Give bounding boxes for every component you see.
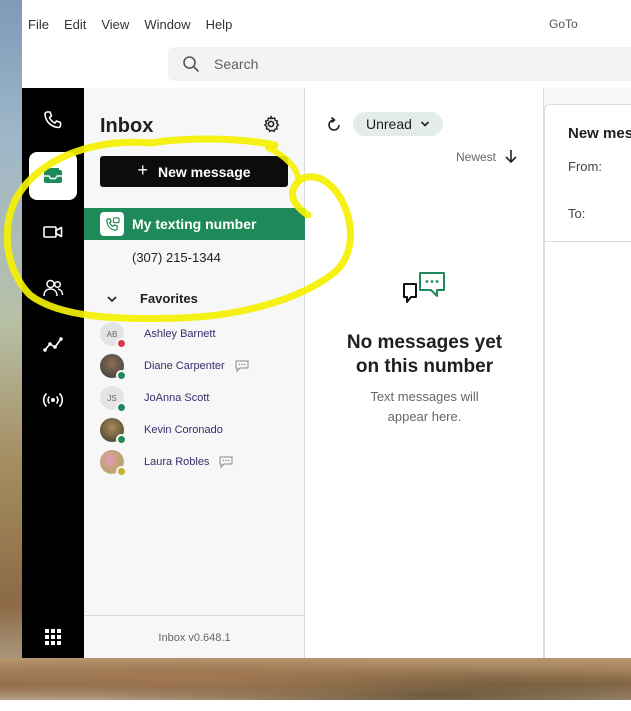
contacts-icon <box>43 279 64 297</box>
menu-help[interactable]: Help <box>206 17 233 32</box>
inbox-icon <box>44 168 62 183</box>
rail-apps[interactable] <box>29 613 77 661</box>
new-message-label: New message <box>157 163 251 180</box>
avatar: AB <box>100 322 127 349</box>
favorite-contact[interactable]: Kevin Coronado <box>100 418 235 445</box>
analytics-icon <box>43 337 63 352</box>
favorite-contact[interactable]: Laura Robles <box>100 450 233 477</box>
avatar: JS <box>100 386 127 413</box>
app-title: GoTo <box>549 17 578 31</box>
rail-contacts[interactable] <box>29 264 77 312</box>
unread-filter-dropdown[interactable]: Unread <box>353 112 443 136</box>
search-input[interactable] <box>214 56 594 72</box>
menu-view[interactable]: View <box>101 17 129 32</box>
favorites-header[interactable]: Favorites <box>106 291 198 306</box>
arrow-down-icon[interactable] <box>504 148 518 164</box>
empty-state-title: No messages yet on this number <box>346 332 503 377</box>
new-message-button[interactable]: + New message <box>100 156 288 187</box>
empty-state-subtitle: Text messages will appear here. <box>370 389 479 424</box>
video-icon <box>43 226 63 238</box>
favorite-contact[interactable]: AB Ashley Barnett <box>100 322 228 349</box>
contact-name: Ashley Barnett <box>134 326 228 342</box>
avatar <box>100 354 127 381</box>
rail-analytics[interactable] <box>29 320 77 368</box>
chat-bubble-icon <box>219 456 233 468</box>
rail-inbox[interactable] <box>29 152 77 200</box>
inbox-panel: Inbox + New message My texting number (3… <box>84 88 305 658</box>
favorites-label: Favorites <box>140 291 198 306</box>
message-list: Unread Newest No messages yet on this nu… <box>305 88 544 658</box>
inbox-title: Inbox <box>100 115 154 137</box>
apps-grid-icon <box>45 629 61 645</box>
chat-bubbles-icon <box>403 272 445 303</box>
gear-icon[interactable] <box>262 115 280 133</box>
my-texting-number-item[interactable]: My texting number <box>84 208 305 240</box>
favorite-contact[interactable]: JS JoAnna Scott <box>100 386 222 413</box>
contact-name: Kevin Coronado <box>134 422 235 438</box>
presence-away-icon <box>116 466 127 477</box>
presence-available-icon <box>116 370 127 381</box>
inbox-version: Inbox v0.648.1 <box>84 615 305 658</box>
presence-available-icon <box>116 434 127 445</box>
compose-title: New mes <box>568 125 631 142</box>
rail-broadcast[interactable] <box>29 376 77 424</box>
broadcast-icon <box>42 392 64 408</box>
sort-label[interactable]: Newest <box>456 150 496 164</box>
avatar <box>100 418 127 445</box>
phone-icon <box>44 111 62 129</box>
menu-bar: File Edit View Window Help GoTo <box>22 10 631 38</box>
menu-window[interactable]: Window <box>144 17 190 32</box>
chevron-down-icon <box>420 121 429 127</box>
presence-dnd-icon <box>116 338 127 349</box>
compose-panel: New mes From: To: <box>544 88 631 658</box>
rail-phone[interactable] <box>29 96 77 144</box>
desktop-wallpaper <box>0 0 22 711</box>
refresh-icon[interactable] <box>325 116 343 134</box>
search-icon <box>183 56 199 72</box>
unread-filter-label: Unread <box>366 116 412 132</box>
plus-icon: + <box>137 160 148 180</box>
contact-name: Diane Carpenter <box>134 358 237 374</box>
rail-video[interactable] <box>29 208 77 256</box>
chat-bubble-icon <box>235 360 249 372</box>
to-field-label[interactable]: To: <box>568 206 585 221</box>
favorite-contact[interactable]: Diane Carpenter <box>100 354 249 381</box>
search-bar[interactable] <box>168 47 631 81</box>
phone-number[interactable]: (307) 215-1344 <box>132 250 221 265</box>
from-field-label[interactable]: From: <box>568 159 602 174</box>
menu-file[interactable]: File <box>28 17 49 32</box>
compose-body <box>544 242 631 658</box>
contact-name: JoAnna Scott <box>133 390 222 406</box>
presence-available-icon <box>116 402 127 413</box>
avatar <box>100 450 127 477</box>
menu-edit[interactable]: Edit <box>64 17 86 32</box>
chevron-down-icon <box>107 295 117 302</box>
phone-message-icon <box>100 212 124 236</box>
my-texting-number-label: My texting number <box>132 216 257 232</box>
app-window: File Edit View Window Help GoTo Search I… <box>22 10 631 658</box>
nav-rail <box>22 88 84 658</box>
contact-name: Laura Robles <box>133 454 222 470</box>
screen-margin <box>0 700 631 711</box>
